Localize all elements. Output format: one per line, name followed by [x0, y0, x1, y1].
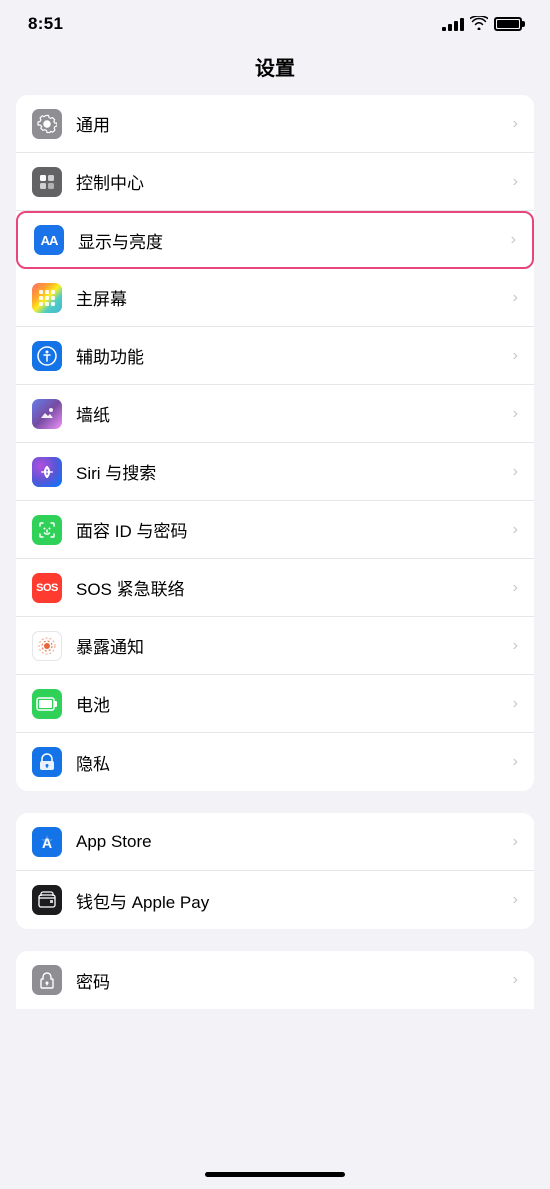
chevron-icon: ›	[513, 891, 518, 909]
accessibility-icon	[32, 341, 62, 371]
status-time: 8:51	[28, 14, 63, 34]
chevron-icon: ›	[513, 971, 518, 989]
list-item[interactable]: 隐私 ›	[16, 733, 534, 791]
gear-icon	[32, 109, 62, 139]
item-label-accessibility: 辅助功能	[76, 343, 513, 368]
settings-section-3: 密码 ›	[16, 951, 534, 1009]
control-center-icon	[32, 167, 62, 197]
chevron-icon: ›	[511, 231, 516, 249]
chevron-icon: ›	[513, 463, 518, 481]
wallet-icon	[32, 885, 62, 915]
list-item[interactable]: 钱包与 Apple Pay ›	[16, 871, 534, 929]
item-label-home-screen: 主屏幕	[76, 285, 513, 310]
wallpaper-icon	[32, 399, 62, 429]
list-item[interactable]: 控制中心 ›	[16, 153, 534, 211]
status-icons	[442, 16, 522, 33]
wifi-icon	[470, 16, 488, 33]
list-item[interactable]: 辅助功能 ›	[16, 327, 534, 385]
chevron-icon: ›	[513, 521, 518, 539]
item-label-sos: SOS 紧急联络	[76, 575, 513, 600]
signal-icon	[442, 17, 464, 31]
chevron-icon: ›	[513, 347, 518, 365]
home-screen-icon	[32, 283, 62, 313]
battery-setting-icon	[32, 689, 62, 719]
item-label-control-center: 控制中心	[76, 169, 513, 194]
item-label-exposure: 暴露通知	[76, 633, 513, 658]
chevron-icon: ›	[513, 405, 518, 423]
list-item[interactable]: 电池 ›	[16, 675, 534, 733]
item-label-faceid: 面容 ID 与密码	[76, 517, 513, 542]
siri-icon	[32, 457, 62, 487]
item-label-wallpaper: 墙纸	[76, 401, 513, 426]
list-item[interactable]: 通用 ›	[16, 95, 534, 153]
item-label-privacy: 隐私	[76, 750, 513, 775]
chevron-icon: ›	[513, 289, 518, 307]
list-item[interactable]: 墙纸 ›	[16, 385, 534, 443]
faceid-icon	[32, 515, 62, 545]
chevron-icon: ›	[513, 637, 518, 655]
chevron-icon: ›	[513, 173, 518, 191]
battery-icon	[494, 17, 522, 31]
item-label-siri: Siri 与搜索	[76, 459, 513, 484]
page-title: 设置	[255, 58, 295, 80]
display-icon: AA	[34, 225, 64, 255]
settings-section-1: 通用 › 控制中心 › AA 显示与亮度 ›	[16, 95, 534, 791]
exposure-icon	[32, 631, 62, 661]
item-label-appstore: App Store	[76, 832, 513, 852]
item-label-password: 密码	[76, 968, 513, 993]
item-label-general: 通用	[76, 111, 513, 136]
password-icon	[32, 965, 62, 995]
privacy-icon	[32, 747, 62, 777]
status-bar: 8:51	[0, 0, 550, 42]
list-item[interactable]: 主屏幕 ›	[16, 269, 534, 327]
appstore-icon: A	[32, 827, 62, 857]
list-item-display[interactable]: AA 显示与亮度 ›	[16, 211, 534, 269]
chevron-icon: ›	[513, 753, 518, 771]
sos-icon: SOS	[32, 573, 62, 603]
list-item[interactable]: SOS SOS 紧急联络 ›	[16, 559, 534, 617]
list-item[interactable]: 面容 ID 与密码 ›	[16, 501, 534, 559]
list-item[interactable]: Siri 与搜索 ›	[16, 443, 534, 501]
home-indicator	[205, 1172, 345, 1177]
settings-section-2: A App Store › 钱包与 Apple Pay ›	[16, 813, 534, 929]
list-item[interactable]: A App Store ›	[16, 813, 534, 871]
page-title-bar: 设置	[0, 42, 550, 95]
chevron-icon: ›	[513, 115, 518, 133]
list-item[interactable]: 密码 ›	[16, 951, 534, 1009]
chevron-icon: ›	[513, 833, 518, 851]
item-label-display: 显示与亮度	[78, 228, 511, 253]
list-item[interactable]: 暴露通知 ›	[16, 617, 534, 675]
chevron-icon: ›	[513, 579, 518, 597]
svg-text:A: A	[42, 835, 52, 851]
item-label-wallet: 钱包与 Apple Pay	[76, 888, 513, 913]
item-label-battery: 电池	[76, 691, 513, 716]
chevron-icon: ›	[513, 695, 518, 713]
